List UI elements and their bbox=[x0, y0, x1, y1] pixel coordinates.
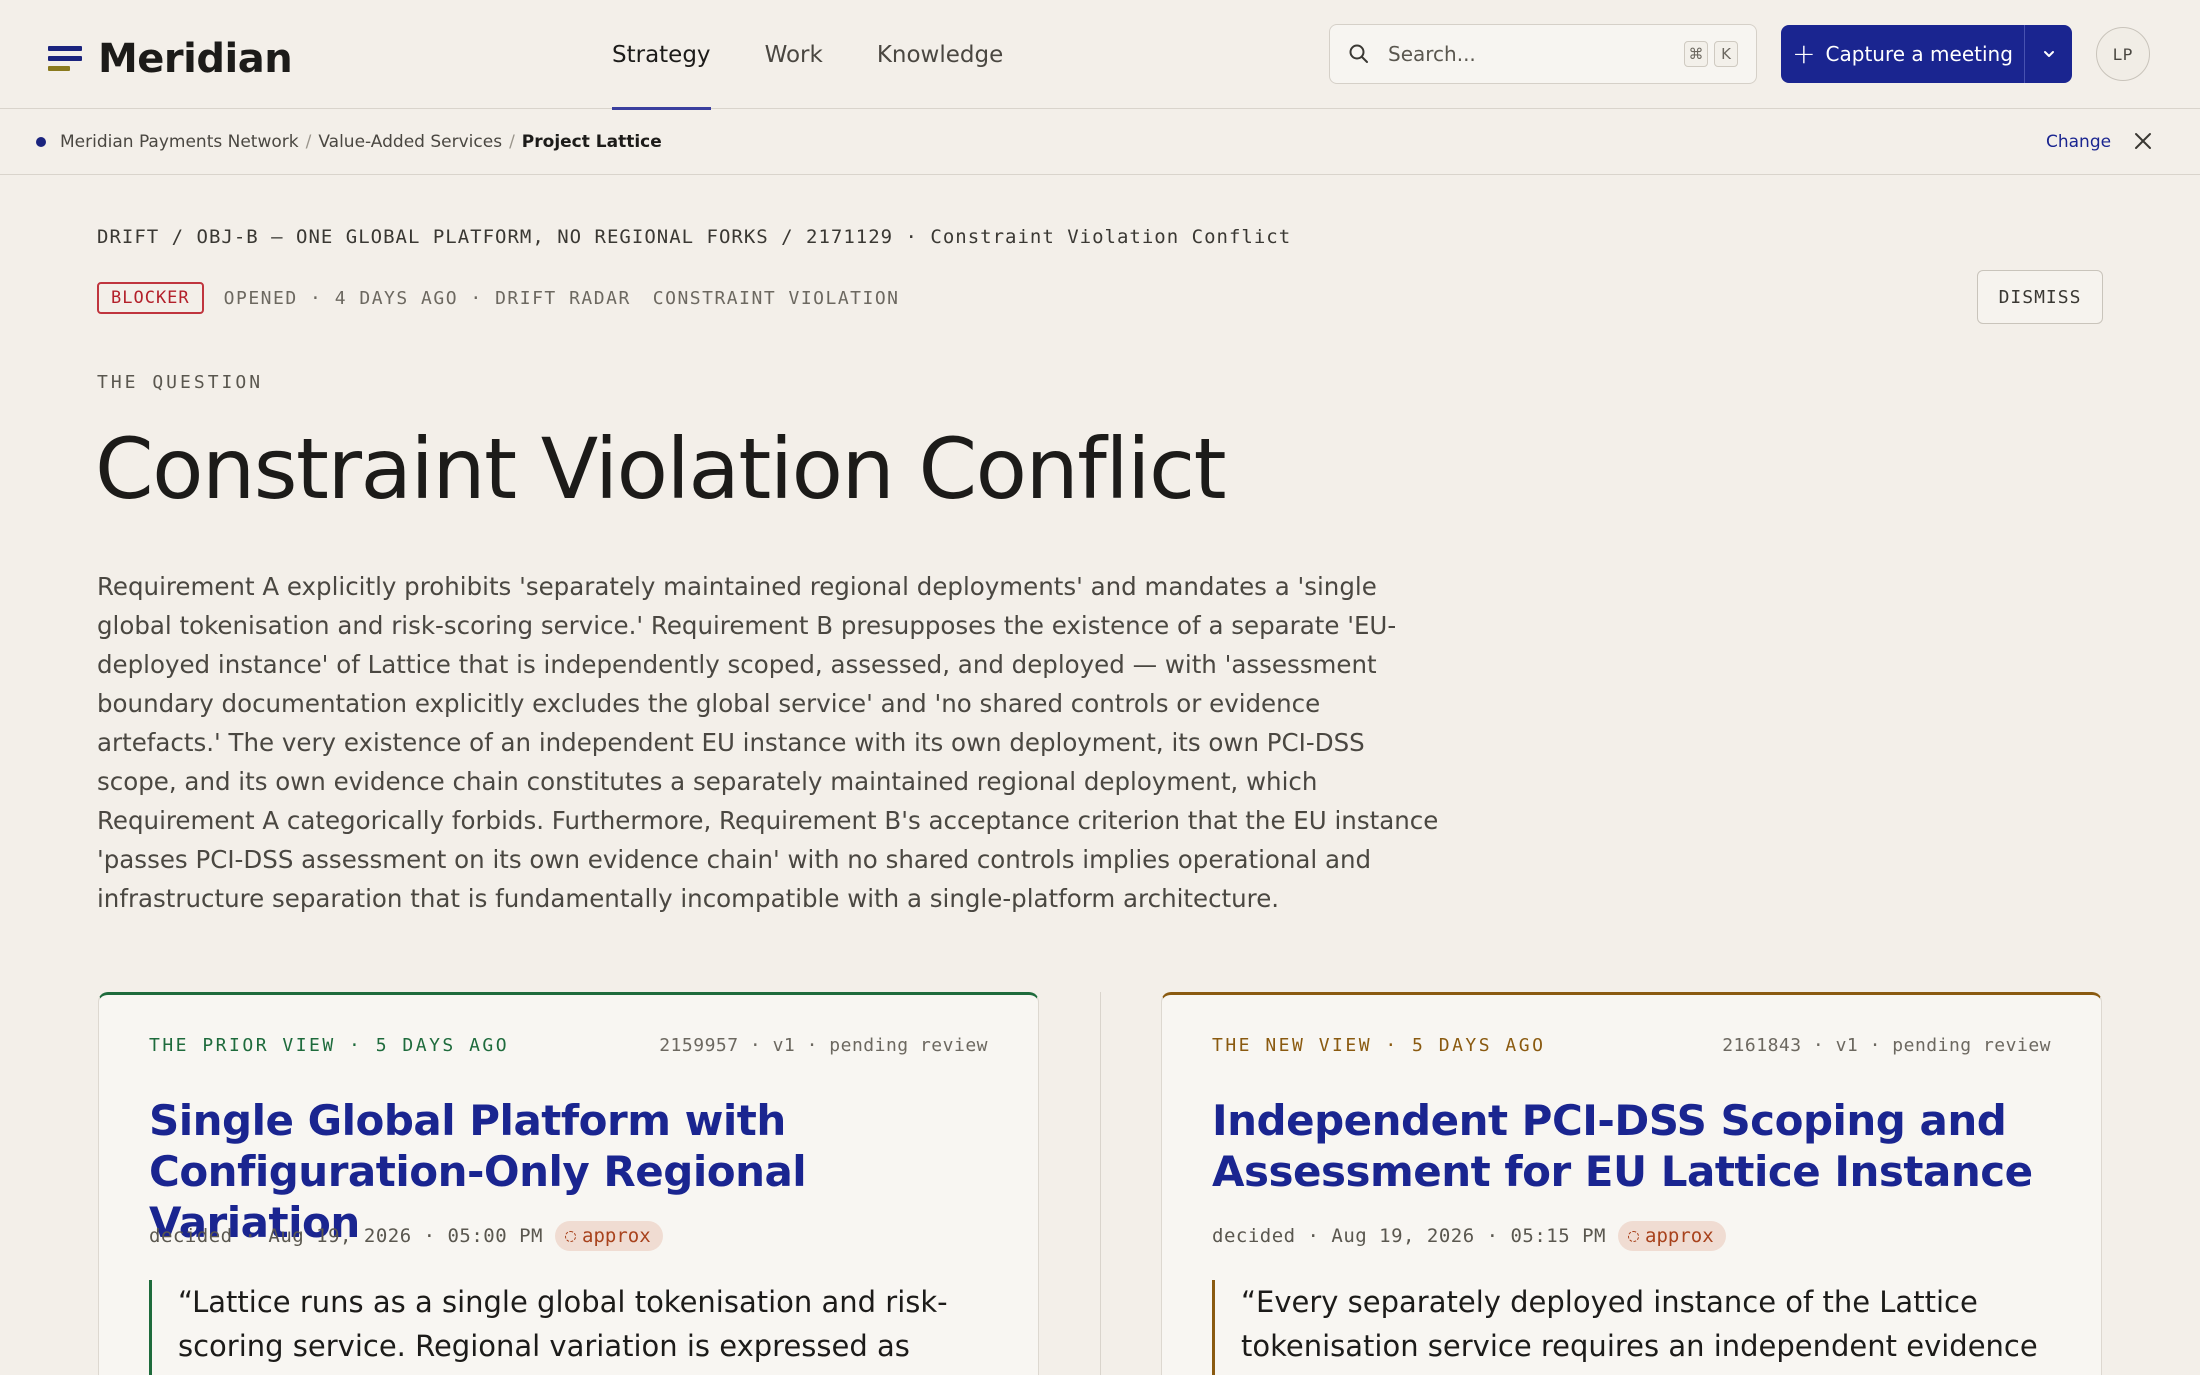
main-nav: Strategy Work Knowledge bbox=[612, 0, 1057, 110]
context-dot-icon bbox=[36, 137, 46, 147]
change-context-link[interactable]: Change bbox=[2046, 132, 2111, 152]
prior-view-decided: decided · Aug 19, 2026 · 05:00 PM bbox=[149, 1225, 543, 1247]
new-view-meta: 2161843 · v1 · pending review bbox=[1722, 1035, 2051, 1056]
capture-options-button[interactable] bbox=[2025, 25, 2072, 83]
card-divider bbox=[1100, 992, 1101, 1375]
page-title: Constraint Violation Conflict bbox=[95, 420, 1227, 518]
approx-label: approx bbox=[582, 1225, 651, 1247]
breadcrumb-separator: / bbox=[509, 132, 515, 152]
approx-badge: approx bbox=[1618, 1221, 1726, 1251]
new-view-card: THE NEW VIEW · 5 DAYS AGO 2161843 · v1 ·… bbox=[1161, 992, 2102, 1375]
nav-strategy[interactable]: Strategy bbox=[612, 0, 711, 110]
breadcrumb-separator: / bbox=[305, 132, 312, 152]
search-box[interactable]: ⌘ K bbox=[1329, 24, 1757, 84]
prior-view-label: THE PRIOR VIEW · 5 DAYS AGO bbox=[149, 1035, 510, 1056]
question-label: THE QUESTION bbox=[97, 372, 264, 393]
capture-meeting-button-group: + Capture a meeting bbox=[1781, 25, 2072, 83]
breadcrumb-network[interactable]: Meridian Payments Network bbox=[60, 132, 299, 152]
new-view-title[interactable]: Independent PCI-DSS Scoping and Assessme… bbox=[1212, 1095, 2072, 1197]
chevron-down-icon bbox=[2043, 51, 2054, 57]
approx-icon bbox=[1628, 1230, 1639, 1242]
opened-meta: OPENED · 4 DAYS AGO · DRIFT RADAR bbox=[223, 287, 631, 309]
drift-path: DRIFT / OBJ-B — ONE GLOBAL PLATFORM, NO … bbox=[97, 226, 1292, 248]
close-icon[interactable] bbox=[2132, 130, 2154, 156]
new-view-decided: decided · Aug 19, 2026 · 05:15 PM bbox=[1212, 1225, 1606, 1247]
nav-work[interactable]: Work bbox=[765, 0, 823, 109]
search-icon bbox=[1349, 44, 1368, 63]
dismiss-button[interactable]: DISMISS bbox=[1977, 270, 2103, 324]
user-avatar[interactable]: LP bbox=[2096, 27, 2150, 81]
shortcut-k-key: K bbox=[1714, 41, 1738, 67]
context-breadcrumb: Meridian Payments Network / Value-Added … bbox=[0, 110, 2200, 175]
capture-meeting-button[interactable]: + Capture a meeting bbox=[1781, 25, 2025, 83]
capture-meeting-label: Capture a meeting bbox=[1825, 42, 2013, 66]
search-input[interactable] bbox=[1388, 42, 1678, 66]
conflict-type: CONSTRAINT VIOLATION bbox=[652, 287, 900, 309]
new-view-label: THE NEW VIEW · 5 DAYS AGO bbox=[1212, 1035, 1546, 1056]
prior-view-card: THE PRIOR VIEW · 5 DAYS AGO 2159957 · v1… bbox=[98, 992, 1039, 1375]
breadcrumb-project: Project Lattice bbox=[521, 132, 662, 152]
nav-knowledge[interactable]: Knowledge bbox=[877, 0, 1003, 109]
app-name: Meridian bbox=[98, 36, 293, 82]
prior-view-meta: 2159957 · v1 · pending review bbox=[659, 1035, 988, 1056]
breadcrumb-service[interactable]: Value-Added Services bbox=[318, 132, 502, 152]
approx-icon bbox=[565, 1230, 576, 1242]
plus-icon: + bbox=[1792, 37, 1816, 70]
new-view-quote: “Every separately deployed instance of t… bbox=[1212, 1280, 2042, 1375]
shortcut-mod-key: ⌘ bbox=[1684, 41, 1708, 67]
drift-meta-row: BLOCKER OPENED · 4 DAYS AGO · DRIFT RADA… bbox=[97, 281, 900, 315]
logo-icon bbox=[48, 44, 82, 74]
approx-badge: approx bbox=[555, 1221, 663, 1251]
logo[interactable]: Meridian bbox=[48, 36, 293, 82]
prior-view-quote: “Lattice runs as a single global tokenis… bbox=[149, 1280, 979, 1375]
approx-label: approx bbox=[1645, 1225, 1714, 1247]
severity-badge: BLOCKER bbox=[97, 282, 204, 314]
conflict-description: Requirement A explicitly prohibits 'sepa… bbox=[97, 572, 1439, 913]
top-header: Meridian Strategy Work Knowledge ⌘ K + C… bbox=[0, 0, 2200, 110]
